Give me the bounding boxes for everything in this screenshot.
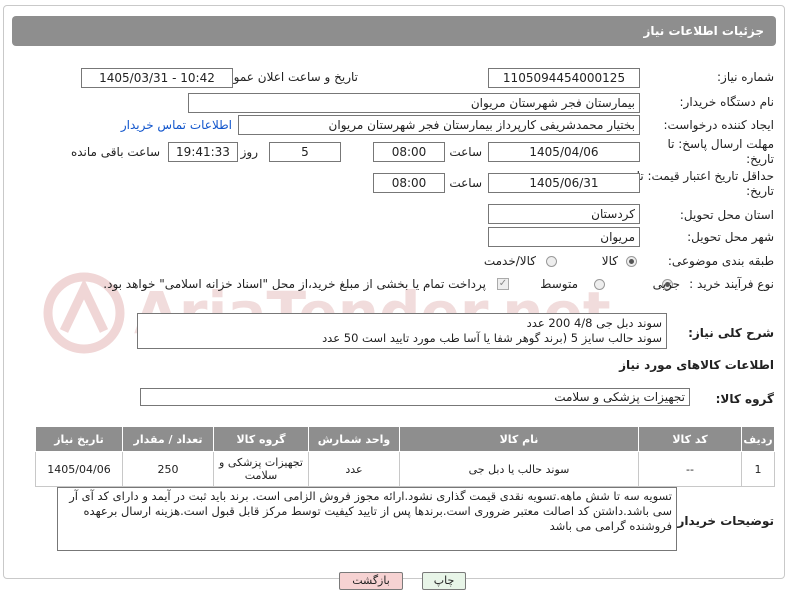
validity-time-field: 08:00	[373, 173, 445, 193]
process-radio-medium[interactable]	[594, 279, 605, 290]
general-desc-line-2: سوند حالب سایز 5 (برند گوهر شفا یا آسا ط…	[322, 331, 662, 345]
province-field: کردستان	[488, 204, 640, 224]
reply-date-field: 1405/04/06	[488, 142, 640, 162]
col-date: تاریخ نیاز	[35, 426, 123, 452]
announce-datetime-field: 1405/03/31 - 10:42	[81, 68, 233, 88]
buyer-org-field: بیمارستان فجر شهرستان مریوان	[188, 93, 640, 113]
col-name: نام کالا	[399, 426, 639, 452]
reply-time-field: 08:00	[373, 142, 445, 162]
reply-time-label: ساعت	[449, 145, 482, 159]
goods-table: ردیف کد کالا نام کالا واحد شمارش گروه کا…	[35, 426, 775, 487]
contact-info-link[interactable]: اطلاعات تماس خریدار	[121, 118, 232, 132]
reply-deadline-label: مهلت ارسال پاسخ: تا تاریخ:	[667, 137, 774, 166]
cell-code: --	[638, 451, 742, 487]
category-goods-label: کالا	[601, 254, 618, 268]
back-button[interactable]: بازگشت	[339, 572, 403, 590]
col-code: کد کالا	[638, 426, 742, 452]
validity-date-field: 1405/06/31	[488, 173, 640, 193]
general-desc-label: شرح کلی نیاز:	[688, 326, 774, 340]
creator-label: ایجاد کننده درخواست:	[663, 118, 774, 132]
buyer-org-label: نام دستگاه خریدار:	[679, 95, 775, 109]
category-goods-service-label: کالا/خدمت	[483, 254, 536, 268]
process-type-label: نوع فرآیند خرید :	[689, 277, 774, 291]
cell-row: 1	[741, 451, 775, 487]
need-number-field: 1105094454000125	[488, 68, 640, 88]
details-panel: جزئیات اطلاعات نیاز AriaTender.net شماره…	[3, 5, 785, 590]
treasury-checkbox[interactable]: ✓	[497, 278, 509, 290]
category-label: طبقه بندی موضوعی:	[667, 254, 774, 268]
category-radio-goods-service[interactable]	[546, 256, 557, 267]
city-field: مریوان	[488, 227, 640, 247]
price-validity-label: حداقل تاریخ اعتبار قیمت: تا تاریخ:	[636, 169, 774, 198]
treasury-note: پرداخت تمام یا بخشی از مبلغ خرید،از محل …	[103, 277, 486, 291]
goods-group-field: تجهیزات پزشکی و سلامت	[140, 388, 690, 406]
buyer-notes-label: توضیحات خریدار:	[672, 514, 774, 528]
remaining-time-field: 19:41:33	[168, 142, 238, 162]
goods-info-heading: اطلاعات کالاهای مورد نیاز	[619, 358, 774, 372]
delivery-city-label: شهر محل تحویل:	[687, 230, 774, 244]
col-qty: تعداد / مقدار	[122, 426, 214, 452]
buyer-notes-textarea[interactable]: تسویه سه تا شش ماهه.تسویه نقدی قیمت گذار…	[57, 487, 677, 551]
announce-datetime-label: تاریخ و ساعت اعلان عمومی:	[213, 70, 358, 84]
table-row: 1 -- سوند حالب یا دبل جی عدد تجهیزات پزش…	[35, 451, 775, 487]
col-unit: واحد شمارش	[308, 426, 400, 452]
col-row: ردیف	[741, 426, 775, 452]
remaining-label: ساعت باقی مانده	[70, 145, 160, 159]
days-field: 5	[269, 142, 341, 162]
panel-header: جزئیات اطلاعات نیاز	[12, 16, 776, 46]
col-group: گروه کالا	[213, 426, 309, 452]
process-medium-label: متوسط	[540, 277, 578, 291]
cell-group: تجهیزات پزشکی و سلامت	[213, 451, 309, 487]
delivery-province-label: استان محل تحویل:	[679, 208, 774, 222]
category-radio-goods[interactable]	[626, 256, 637, 267]
goods-table-header: ردیف کد کالا نام کالا واحد شمارش گروه کا…	[35, 426, 775, 452]
cell-qty: 250	[122, 451, 214, 487]
cell-unit: عدد	[308, 451, 400, 487]
goods-group-label: گروه کالا:	[715, 392, 774, 406]
cell-date: 1405/04/06	[35, 451, 123, 487]
general-desc-line-1: سوند دبل جی 4/8 200 عدد	[526, 316, 662, 330]
general-desc-textarea[interactable]: سوند دبل جی 4/8 200 عدد سوند حالب سایز 5…	[137, 313, 667, 349]
cell-name: سوند حالب یا دبل جی	[399, 451, 639, 487]
validity-time-label: ساعت	[449, 176, 482, 190]
print-button[interactable]: چاپ	[422, 572, 466, 590]
process-partial-label: جزیی	[652, 277, 680, 291]
need-number-label: شماره نیاز:	[717, 70, 774, 84]
creator-field: بختیار محمدشریفی کارپرداز بیمارستان فجر …	[238, 115, 640, 135]
